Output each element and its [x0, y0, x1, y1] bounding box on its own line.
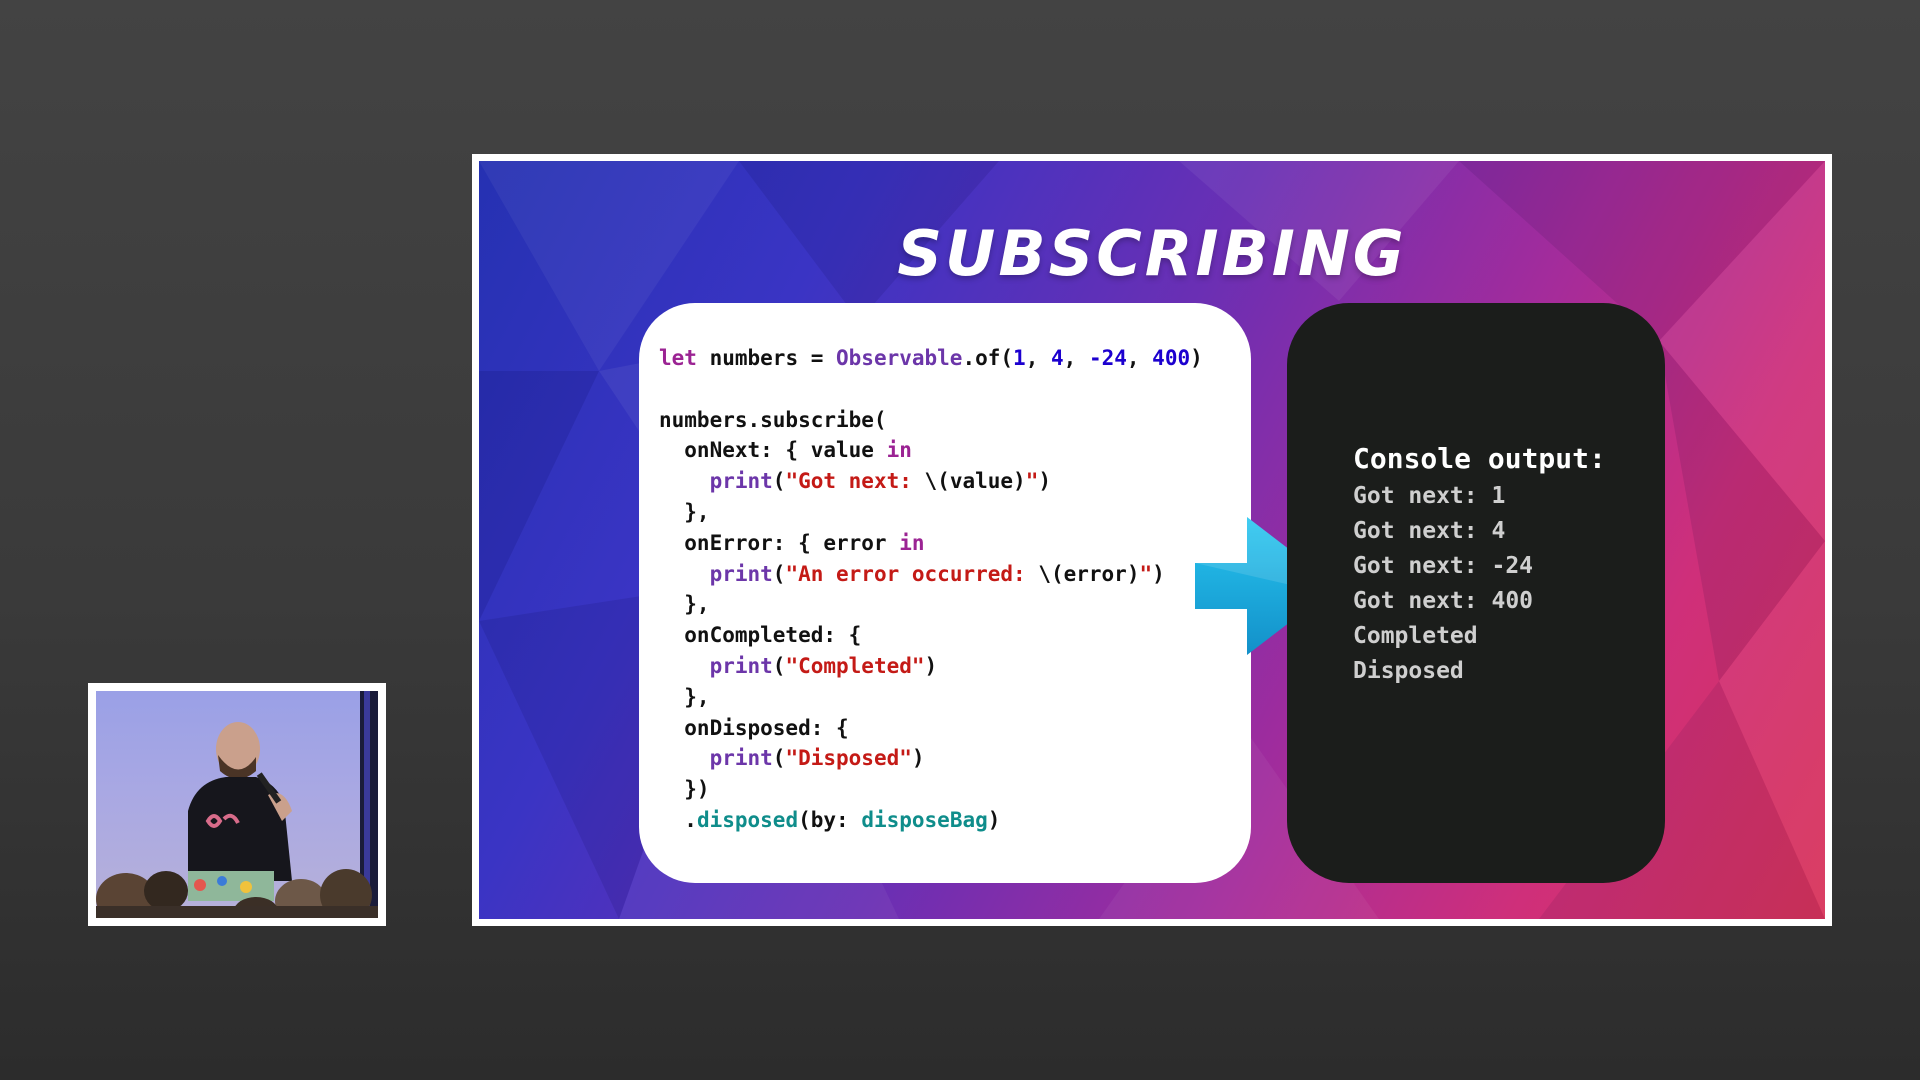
- code-token: 400: [1152, 346, 1191, 370]
- code-token: onDisposed: {: [659, 715, 849, 740]
- code-token: Observable: [836, 346, 963, 370]
- code-token: },: [659, 684, 710, 709]
- code-token: (: [772, 561, 786, 586]
- console-lines: Got next: 1 Got next: 4 Got next: -24 Got n…: [1353, 479, 1665, 689]
- code-line: onCompleted: {: [659, 620, 1231, 651]
- code-token: ,: [1063, 346, 1089, 370]
- code-line: },: [659, 497, 1231, 528]
- code-token: ,: [1025, 346, 1051, 370]
- code-token: ): [1152, 561, 1165, 586]
- code-token: ): [1038, 469, 1051, 494]
- code-token: ): [987, 807, 1001, 832]
- code-token: disposed: [696, 807, 799, 832]
- code-token: \(error): [1038, 561, 1140, 586]
- code-line: numbers.subscribe(: [659, 405, 1231, 436]
- code-token: "Completed": [785, 653, 925, 678]
- code-token: (: [772, 469, 786, 494]
- code-line: print("Got next: \(value)"): [659, 466, 1231, 497]
- code-token: \(value): [924, 469, 1026, 494]
- code-token: print: [709, 653, 773, 678]
- console-panel: Console output: Got next: 1 Got next: 4 Go…: [1287, 303, 1665, 883]
- code-line: print("Completed"): [659, 651, 1231, 682]
- code-token: },: [659, 499, 710, 524]
- code-token: -24: [1088, 346, 1127, 370]
- slide-frame: SUBSCRIBING let numbers = Observable.of(…: [472, 154, 1832, 926]
- code-token: onNext: { value: [659, 438, 887, 463]
- code-line: print("An error occurred: \(error)"): [659, 559, 1231, 590]
- code-line: print("Disposed"): [659, 743, 1231, 774]
- code-panel: let numbers = Observable.of(1, 4, -24, 4…: [639, 303, 1251, 883]
- code-token: 4: [1050, 346, 1064, 370]
- code-token: "An error occurred:: [785, 561, 1039, 586]
- code-token: disposeBag: [861, 807, 988, 832]
- speaker-silhouette: [96, 691, 378, 918]
- code-token: (by:: [798, 807, 862, 832]
- code-token: numbers =: [696, 346, 837, 370]
- code-token: in: [886, 438, 912, 463]
- code-token: ): [924, 653, 938, 678]
- code-token: numbers.subscribe(: [659, 407, 887, 432]
- code-line: .disposed(by: disposeBag): [659, 805, 1231, 836]
- code-token: },: [659, 592, 710, 617]
- code-line: onDisposed: {: [659, 713, 1231, 744]
- code-token: print: [709, 746, 773, 771]
- code-line: }): [659, 774, 1231, 805]
- console-output-line: Got next: 4: [1353, 518, 1506, 544]
- slide-title: SUBSCRIBING: [897, 217, 1407, 290]
- console-output-line: Got next: 400: [1353, 588, 1534, 614]
- code-token: onError: { error: [659, 530, 900, 555]
- code-token: print: [709, 469, 773, 494]
- code-token: "Got next:: [785, 469, 925, 494]
- code-token: in: [899, 530, 925, 555]
- console-output-line: Got next: -24: [1353, 553, 1534, 579]
- speaker-video-feed: [96, 691, 378, 918]
- code-token: 1: [1013, 346, 1026, 370]
- code-token: "Disposed": [785, 746, 912, 771]
- code-token: ,: [1126, 346, 1153, 370]
- code-line: let numbers = Observable.of(1, 4, -24, 4…: [659, 343, 1231, 374]
- code-token: .of(: [962, 346, 1014, 370]
- code-token: onCompleted: {: [659, 623, 862, 648]
- code-token: (: [772, 746, 786, 771]
- code-token: .: [659, 807, 697, 832]
- code-token: ": [1139, 561, 1153, 586]
- slide: SUBSCRIBING let numbers = Observable.of(…: [479, 161, 1825, 919]
- code-token: (: [772, 653, 786, 678]
- console-heading: Console output:: [1353, 442, 1606, 475]
- code-token: ): [1190, 346, 1203, 370]
- code-token: ": [1025, 469, 1039, 494]
- code-token: print: [709, 561, 773, 586]
- code-line: onError: { error in: [659, 528, 1231, 559]
- code-line: onNext: { value in: [659, 435, 1231, 466]
- code-line: },: [659, 589, 1231, 620]
- console-output-line: Disposed: [1353, 658, 1464, 684]
- code-line: },: [659, 682, 1231, 713]
- code-token: let: [659, 346, 697, 370]
- presentation-stage: SUBSCRIBING let numbers = Observable.of(…: [0, 0, 1920, 1080]
- console-output-line: Completed: [1353, 623, 1478, 649]
- console-output-line: Got next: 1: [1353, 483, 1506, 509]
- speaker-camera-frame: [88, 683, 386, 926]
- code-token: ): [911, 746, 925, 771]
- code-token: }): [659, 777, 710, 802]
